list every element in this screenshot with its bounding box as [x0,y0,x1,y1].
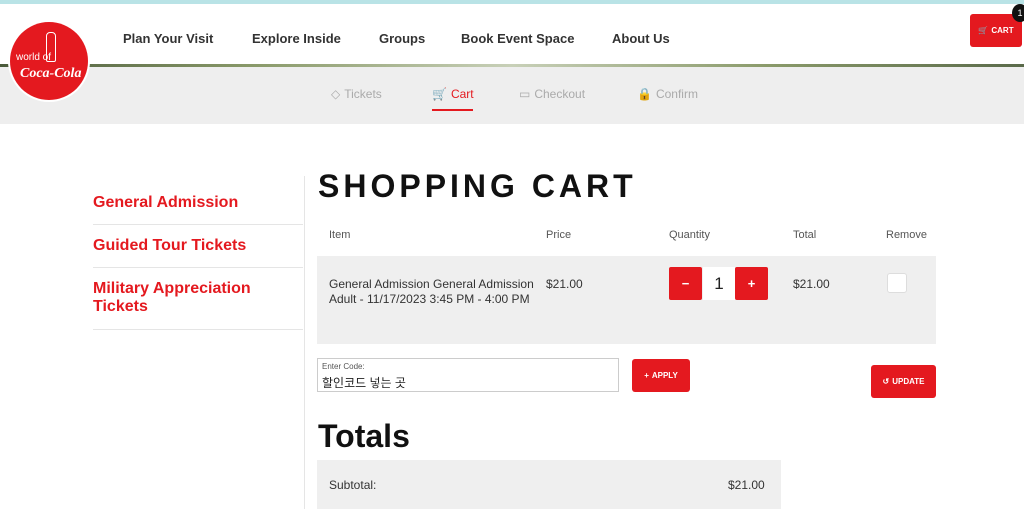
active-step-underline [432,109,473,111]
step-cart[interactable]: 🛒 Cart [432,87,474,101]
apply-button[interactable]: + APPLY [632,359,690,392]
step-tickets[interactable]: ◇ Tickets [331,87,382,101]
site-header: Plan Your Visit Explore Inside Groups Bo… [0,4,1024,66]
sidebar-divider [93,267,303,268]
update-button-label: UPDATE [892,377,925,386]
cart-item-description: General Admission General Admission Adul… [329,277,534,306]
totals-heading: Totals [318,418,410,454]
nav-plan-your-visit[interactable]: Plan Your Visit [123,31,213,46]
subtotal-label: Subtotal: [329,478,377,492]
sidebar-divider [93,329,303,330]
promo-code-value: 할인코드 넣는 곳 [322,376,406,390]
subtotal-row: Subtotal: $21.00 [317,460,781,509]
lock-icon: 🔒 [637,87,652,101]
nav-explore-inside[interactable]: Explore Inside [252,31,341,46]
nav-book-event-space[interactable]: Book Event Space [461,31,574,46]
step-confirm-label: Confirm [655,87,698,101]
update-button[interactable]: ↺ UPDATE [871,365,936,398]
subtotal-value: $21.00 [728,478,765,492]
sidebar-item-general-admission[interactable]: General Admission [93,194,303,212]
quantity-increase-button[interactable]: + [735,267,768,300]
credit-card-icon: ▭ [519,87,531,101]
step-checkout[interactable]: ▭ Checkout [519,87,585,101]
cart-item-total: $21.00 [793,277,830,291]
promo-code-field[interactable]: Enter Code: 할인코드 넣는 곳 [317,358,619,392]
step-cart-label: Cart [450,87,474,101]
cart-icon: 🛒 [978,26,989,35]
cart-icon: 🛒 [432,87,447,101]
sidebar-divider [93,224,303,225]
apply-button-label: APPLY [651,371,678,380]
sidebar-item-military-appreciation[interactable]: Military Appreciation Tickets [93,280,293,316]
step-checkout-label: Checkout [534,87,586,101]
quantity-input[interactable]: 1 [703,267,735,300]
cart-count-badge: 1 [1012,4,1024,22]
refresh-icon: ↺ [882,377,890,386]
page-title: SHOPPING CART [318,168,637,204]
column-header-price: Price [546,229,572,241]
column-header-remove: Remove [886,229,927,241]
tag-icon: ◇ [331,87,341,101]
column-header-item: Item [329,229,351,241]
nav-about-us[interactable]: About Us [612,31,670,46]
sidebar-item-guided-tour[interactable]: Guided Tour Tickets [93,237,303,255]
content-divider [304,176,305,509]
remove-item-checkbox[interactable] [887,273,907,293]
logo-text-world-of: world of [16,52,52,63]
promo-code-label: Enter Code: [322,362,365,371]
cart-item-price: $21.00 [546,277,583,291]
checkout-steps-bar: ◇ Tickets 🛒 Cart ▭ Checkout 🔒 Confirm [0,67,1024,124]
logo-text-coca-cola: Coca-Cola [20,66,82,81]
quantity-decrease-button[interactable]: − [669,267,702,300]
plus-icon: + [644,371,649,380]
step-tickets-label: Tickets [344,87,382,101]
nav-groups[interactable]: Groups [379,31,425,46]
world-of-coca-cola-logo[interactable]: world of Coca-Cola [10,22,88,100]
step-confirm[interactable]: 🔒 Confirm [637,87,698,101]
column-header-total: Total [793,229,817,241]
cart-button-label: CART [991,26,1014,35]
column-header-quantity: Quantity [669,229,710,241]
